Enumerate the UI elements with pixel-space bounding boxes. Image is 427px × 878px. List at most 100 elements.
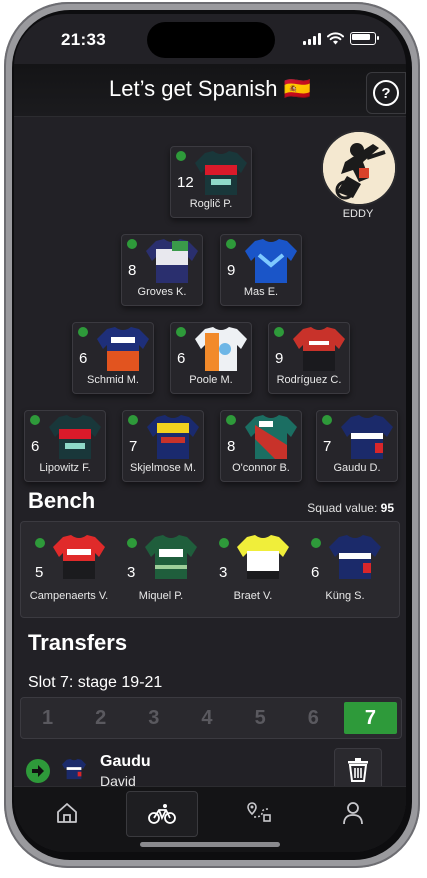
player-value: 8 xyxy=(227,438,236,455)
jersey-icon xyxy=(147,415,199,459)
player-value: 7 xyxy=(323,438,332,455)
player-card[interactable]: 8 Groves K. xyxy=(121,234,203,306)
squad-value-label: Squad value: xyxy=(307,501,378,515)
help-icon: ? xyxy=(373,80,399,106)
bench-panel: 5 Campenaerts V. 3 Miquel P. 3 Braet V. … xyxy=(20,521,400,618)
jersey-icon xyxy=(329,535,381,579)
squad-value-number: 95 xyxy=(380,501,394,515)
player-card[interactable]: 9 Rodríguez C. xyxy=(268,322,350,394)
status-icons xyxy=(303,32,379,45)
slot-button-2[interactable]: 2 xyxy=(74,698,127,738)
jersey-icon xyxy=(245,415,297,459)
status-dot xyxy=(127,239,137,249)
bench-player[interactable]: 3 Miquel P. xyxy=(117,528,205,608)
jersey-icon xyxy=(293,327,345,371)
jersey-icon xyxy=(146,239,198,283)
player-value: 9 xyxy=(227,262,236,279)
home-indicator[interactable] xyxy=(140,842,280,847)
player-name: Skjelmose M. xyxy=(129,462,197,474)
player-value: 3 xyxy=(219,564,228,581)
wifi-icon xyxy=(327,32,344,45)
tab-home[interactable] xyxy=(32,791,102,835)
slot-button-1[interactable]: 1 xyxy=(21,698,74,738)
tab-route[interactable] xyxy=(224,791,294,835)
player-name: Mas E. xyxy=(243,286,279,298)
cyclist-avatar-icon xyxy=(323,132,395,204)
player-name: Rodríguez C. xyxy=(276,374,342,386)
player-card[interactable]: 9 Mas E. xyxy=(220,234,302,306)
slot-button-5[interactable]: 5 xyxy=(234,698,287,738)
page-title: Let’s get Spanish 🇪🇸 xyxy=(109,76,311,101)
player-value: 6 xyxy=(311,564,320,581)
bench-title: Bench xyxy=(28,488,96,513)
player-value: 6 xyxy=(177,350,186,367)
status-dot xyxy=(176,327,186,337)
jersey-icon xyxy=(195,327,247,371)
jersey-icon xyxy=(49,415,101,459)
trash-icon xyxy=(348,758,368,782)
player-value: 8 xyxy=(128,262,137,279)
app-header: Let’s get Spanish 🇪🇸 ? xyxy=(14,64,406,117)
arrow-right-icon xyxy=(32,765,44,777)
status-dot xyxy=(176,151,186,161)
player-card[interactable]: 8 O'connor B. xyxy=(220,410,302,482)
player-card[interactable]: 6 Schmid M. xyxy=(72,322,154,394)
help-button[interactable]: ? xyxy=(366,72,406,114)
status-time: 21:33 xyxy=(61,30,106,49)
transfer-arrow-button[interactable] xyxy=(26,759,50,783)
status-bar: 21:33 xyxy=(14,14,406,64)
status-dot xyxy=(35,538,45,548)
player-value: 7 xyxy=(129,438,138,455)
dynamic-island xyxy=(147,22,275,58)
slot-button-3[interactable]: 3 xyxy=(127,698,180,738)
bench-player[interactable]: 5 Campenaerts V. xyxy=(25,528,113,608)
jersey-icon xyxy=(62,758,86,780)
jersey-icon xyxy=(145,535,197,579)
status-dot xyxy=(274,327,284,337)
status-dot xyxy=(226,415,236,425)
signal-icon xyxy=(303,32,321,45)
player-name: Schmid M. xyxy=(87,374,139,386)
player-value: 6 xyxy=(79,350,88,367)
slot-selector: 1 2 3 4 5 6 7 xyxy=(20,697,402,739)
coach-badge[interactable]: EDDY xyxy=(321,130,397,220)
bench-player[interactable]: 3 Braet V. xyxy=(209,528,297,608)
status-dot xyxy=(226,239,236,249)
player-card[interactable]: 12 Roglič P. xyxy=(170,146,252,218)
status-dot xyxy=(311,538,321,548)
player-card[interactable]: 6 Poole M. xyxy=(170,322,252,394)
player-name: Groves K. xyxy=(137,286,187,298)
player-name: Roglič P. xyxy=(189,198,233,210)
status-dot xyxy=(78,327,88,337)
jersey-icon xyxy=(341,415,393,459)
player-card[interactable]: 6 Lipowitz F. xyxy=(24,410,106,482)
player-name: Miquel P. xyxy=(138,590,184,602)
coach-avatar xyxy=(321,130,397,206)
player-value: 9 xyxy=(275,350,284,367)
squad-value: Squad value: 95 xyxy=(307,501,394,515)
player-card[interactable]: 7 Gaudu D. xyxy=(316,410,398,482)
battery-icon xyxy=(350,32,379,45)
route-icon xyxy=(247,802,271,822)
transfer-last-name: Gaudu xyxy=(100,753,151,770)
player-card[interactable]: 7 Skjelmose M. xyxy=(122,410,204,482)
status-dot xyxy=(219,538,229,548)
jersey-icon xyxy=(195,151,247,195)
slot-button-7[interactable]: 7 xyxy=(343,702,397,734)
player-value: 6 xyxy=(31,438,40,455)
tab-team[interactable] xyxy=(126,791,198,837)
player-name: Poole M. xyxy=(189,374,233,386)
team-content: EDDY 12 Roglič P. 8 Groves K. 9 Mas E. 6… xyxy=(14,116,406,792)
status-dot xyxy=(30,415,40,425)
bench-player[interactable]: 6 Küng S. xyxy=(301,528,389,608)
profile-icon xyxy=(343,802,363,825)
tab-profile[interactable] xyxy=(318,791,388,835)
player-name: Lipowitz F. xyxy=(39,462,91,474)
transfers-title: Transfers xyxy=(28,630,128,655)
slot-button-4[interactable]: 4 xyxy=(180,698,233,738)
player-value: 5 xyxy=(35,564,44,581)
status-dot xyxy=(128,415,138,425)
status-dot xyxy=(322,415,332,425)
player-name: Küng S. xyxy=(325,590,365,602)
slot-button-6[interactable]: 6 xyxy=(287,698,340,738)
